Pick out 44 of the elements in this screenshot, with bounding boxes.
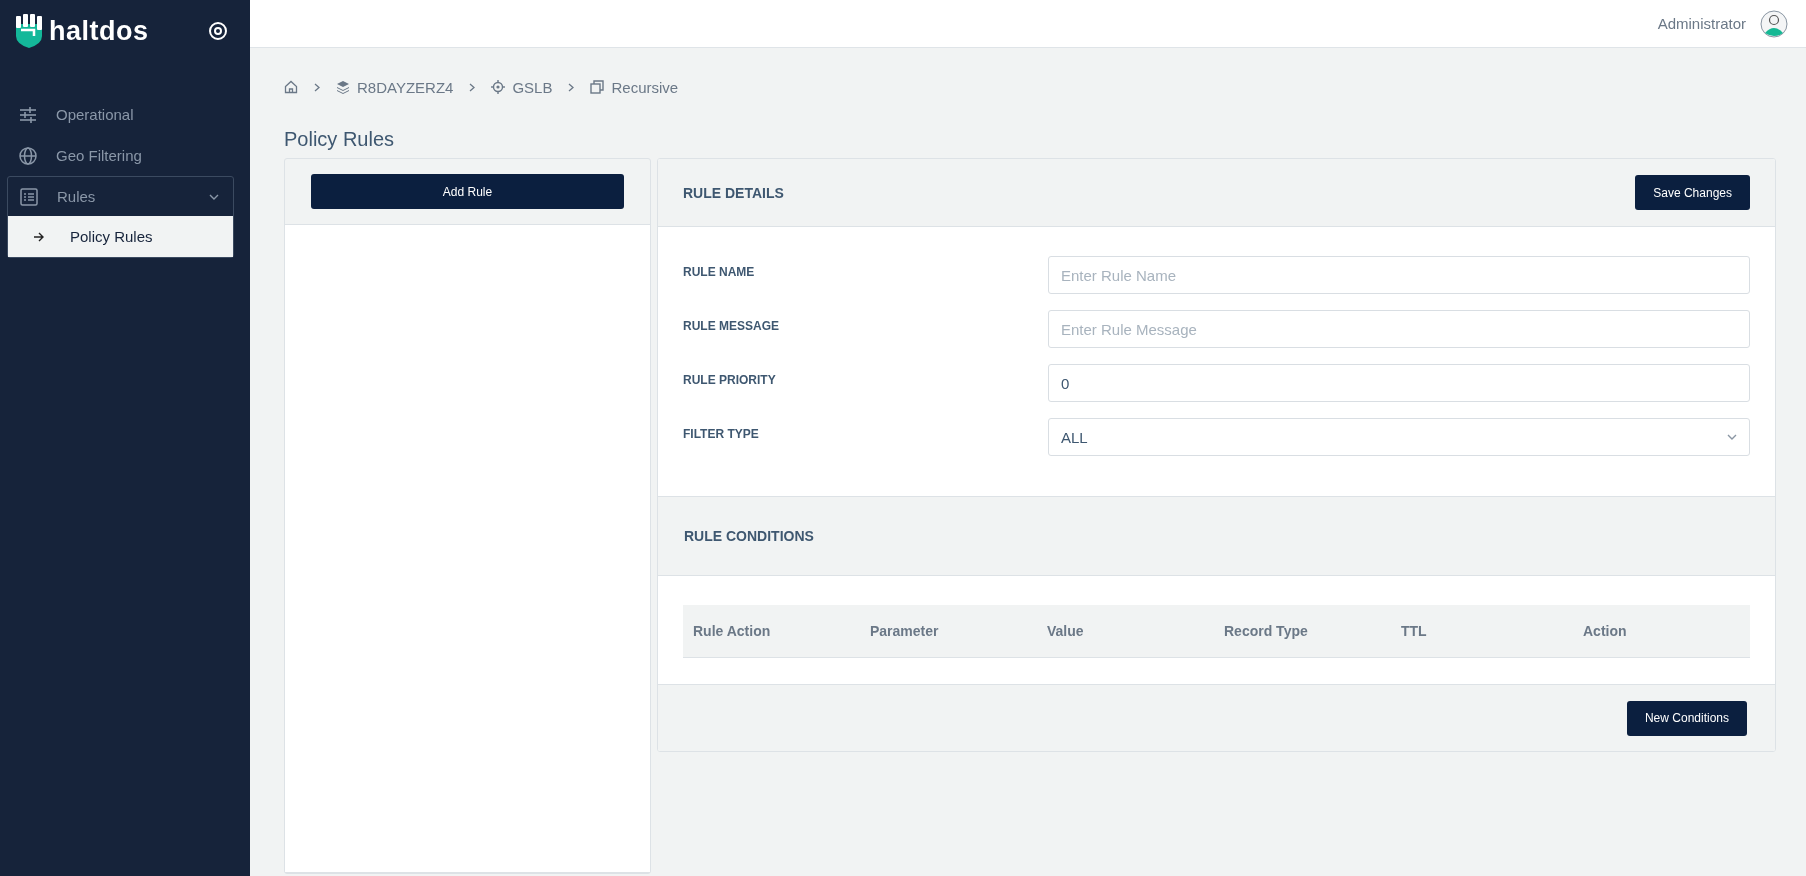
caret-icon bbox=[1727, 434, 1737, 440]
nav-item[interactable]: Geo Filtering bbox=[0, 135, 250, 176]
field-label: RULE PRIORITY bbox=[683, 372, 777, 387]
section-title: RULE CONDITIONS bbox=[684, 528, 814, 544]
column-header: Action bbox=[1583, 623, 1628, 639]
column-header: TTL bbox=[1401, 623, 1428, 639]
page-title: Policy Rules bbox=[284, 128, 396, 151]
column-header: Rule Action bbox=[693, 623, 772, 639]
section-title: RULE DETAILS bbox=[683, 184, 784, 201]
avatar-icon[interactable] bbox=[1760, 9, 1788, 38]
input-field[interactable]: Enter Rule Name bbox=[1048, 256, 1750, 294]
chevron-icon bbox=[314, 82, 320, 92]
new-conditions-button[interactable]: New Conditions bbox=[1626, 700, 1747, 736]
save-changes-button[interactable]: Save Changes bbox=[1635, 175, 1750, 210]
nav-item[interactable]: Rules bbox=[8, 177, 233, 216]
logo[interactable]: haltdos bbox=[14, 14, 149, 48]
layers-icon bbox=[336, 80, 350, 94]
column-header: Value bbox=[1047, 623, 1085, 639]
input-field[interactable]: Enter Rule Message bbox=[1048, 310, 1750, 348]
globe-icon bbox=[19, 146, 37, 165]
field-label: RULE MESSAGE bbox=[683, 318, 780, 333]
windows-icon bbox=[590, 80, 605, 94]
add-rule-button[interactable]: Add Rule bbox=[311, 174, 624, 209]
home-icon bbox=[284, 80, 298, 94]
shield-logo-icon bbox=[14, 14, 44, 48]
breadcrumb-link[interactable]: R8DAYZERZ4 bbox=[357, 78, 454, 96]
user-name[interactable]: Administrator bbox=[1657, 15, 1746, 32]
chevron-icon bbox=[469, 82, 476, 92]
column-header: Parameter bbox=[870, 623, 940, 639]
nav-subitem[interactable]: Policy Rules bbox=[8, 216, 233, 257]
list-icon bbox=[20, 187, 38, 206]
sliders-icon bbox=[19, 105, 37, 124]
arrow-right-icon bbox=[33, 231, 45, 242]
field-label: FILTER TYPE bbox=[683, 426, 760, 441]
target-icon[interactable] bbox=[208, 21, 228, 41]
filter-type-dropdown[interactable]: ALL bbox=[1048, 418, 1750, 456]
chevron-icon bbox=[568, 82, 575, 92]
crosshair-icon bbox=[491, 80, 506, 94]
breadcrumb-link[interactable]: GSLB bbox=[512, 78, 553, 96]
breadcrumb-link[interactable]: Recursive bbox=[611, 78, 679, 96]
input-field[interactable]: 0 bbox=[1048, 364, 1750, 402]
column-header: Record Type bbox=[1224, 623, 1309, 639]
nav-item[interactable]: Operational bbox=[0, 94, 250, 135]
field-label: RULE NAME bbox=[683, 264, 756, 279]
